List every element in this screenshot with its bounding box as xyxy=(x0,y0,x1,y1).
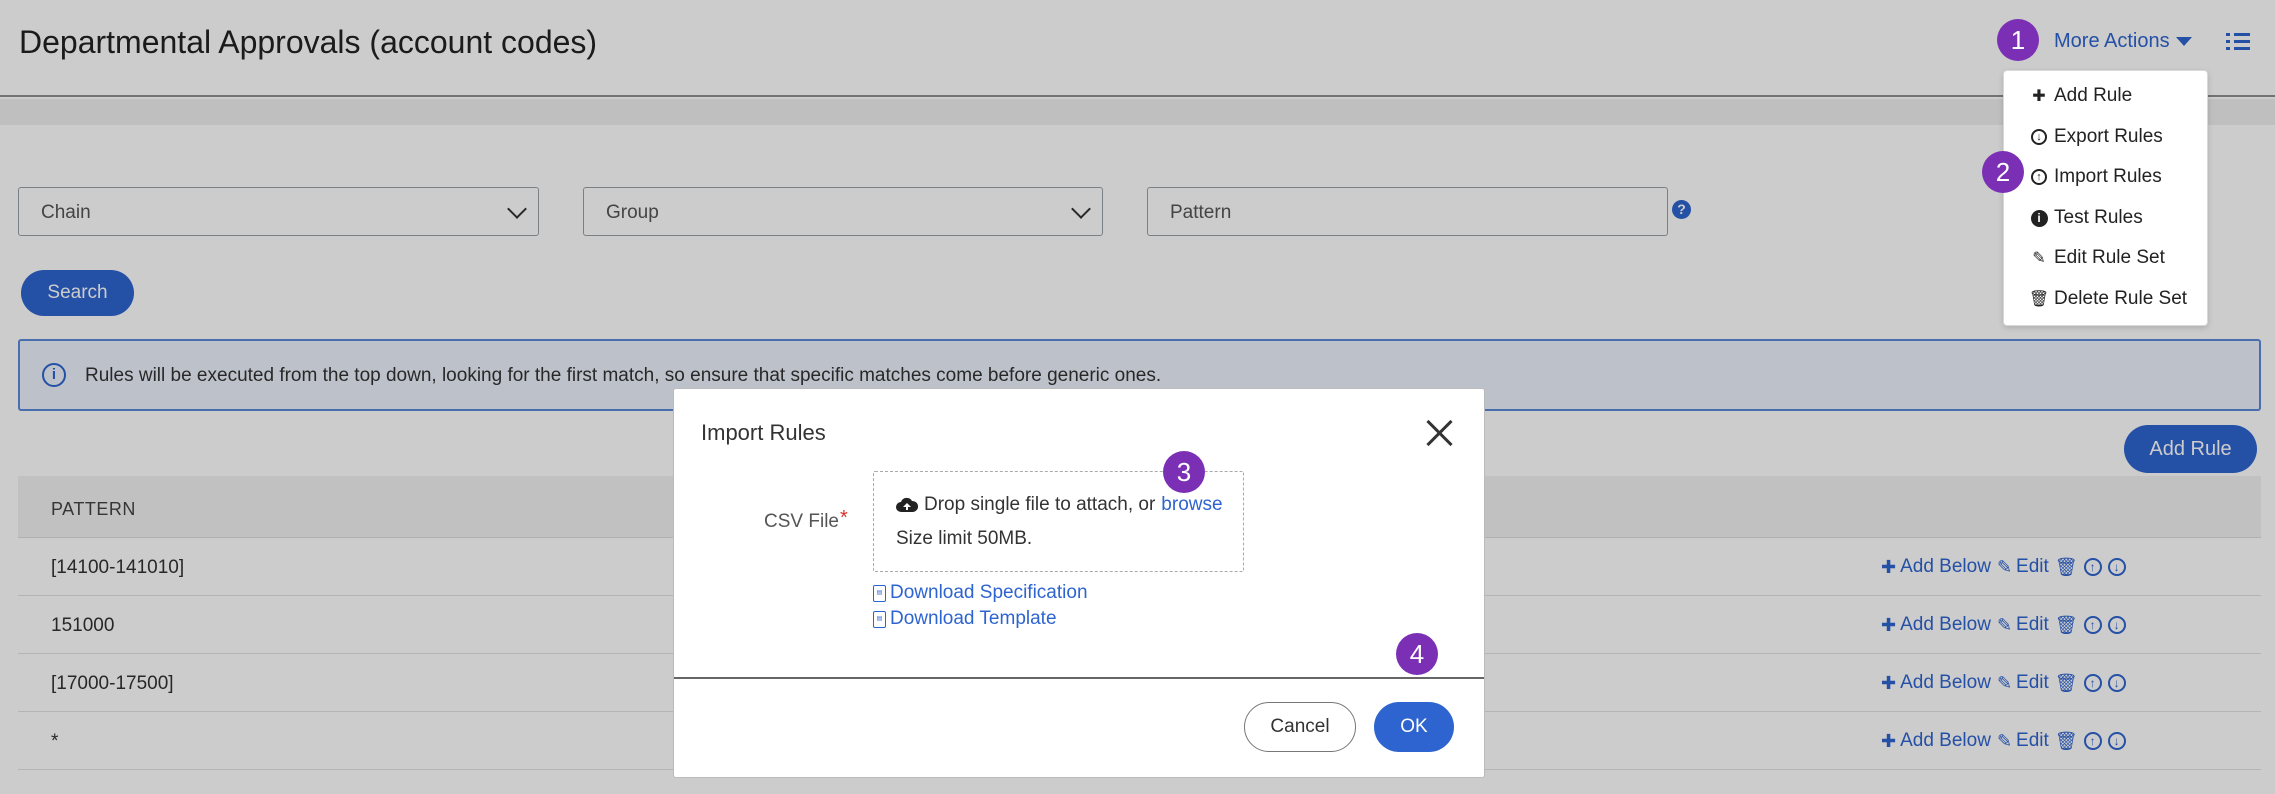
step-marker: 1 xyxy=(1997,19,2039,61)
menu-item-label: Export Rules xyxy=(2054,126,2163,147)
download-specification-label: Download Specification xyxy=(890,582,1088,603)
menu-item-import-rules[interactable]: ↑ Import Rules xyxy=(2030,166,2162,188)
browse-link[interactable]: browse xyxy=(1161,494,1222,516)
menu-item-delete-rule-set[interactable]: 🗑 Delete Rule Set xyxy=(2028,288,2188,310)
step-marker: 4 xyxy=(1396,633,1438,675)
dialog-title: Import Rules xyxy=(701,420,826,445)
more-actions-menu: ✚ Add Rule ↓ Export Rules ↑ Import Rules… xyxy=(2003,70,2208,326)
menu-item-label: Import Rules xyxy=(2054,166,2162,187)
file-icon: ▤ xyxy=(873,610,886,628)
circle-arrow-up-icon: ↑ xyxy=(2031,169,2047,185)
cloud-upload-icon xyxy=(896,497,918,512)
step-marker: 3 xyxy=(1163,451,1205,493)
menu-item-add-rule[interactable]: ✚ Add Rule xyxy=(2030,85,2132,107)
download-template-link[interactable]: ▤ Download Template xyxy=(873,608,1057,630)
plus-icon: ✚ xyxy=(2032,88,2046,105)
download-specification-link[interactable]: ▤ Download Specification xyxy=(873,582,1088,604)
menu-item-edit-rule-set[interactable]: ✎ Edit Rule Set xyxy=(2030,247,2165,269)
import-rules-dialog: Import Rules CSV File * Drop single file… xyxy=(673,388,1485,778)
menu-item-label: Add Rule xyxy=(2054,85,2133,106)
menu-item-label: Edit Rule Set xyxy=(2054,247,2165,268)
menu-item-label: Delete Rule Set xyxy=(2054,288,2188,309)
trash-icon: 🗑 xyxy=(2028,291,2050,308)
download-template-label: Download Template xyxy=(890,608,1057,629)
drop-instructions: Drop single file to attach, or xyxy=(924,494,1156,515)
circle-arrow-down-icon: ↓ xyxy=(2031,129,2047,145)
step-marker: 2 xyxy=(1982,151,2024,193)
menu-item-export-rules[interactable]: ↓ Export Rules xyxy=(2030,126,2163,148)
close-icon[interactable] xyxy=(1424,418,1454,448)
size-limit-text: Size limit 50MB. xyxy=(896,528,1033,549)
menu-item-label: Test Rules xyxy=(2054,207,2143,228)
menu-item-test-rules[interactable]: i Test Rules xyxy=(2030,207,2143,229)
csv-file-label: CSV File xyxy=(764,511,839,532)
required-indicator: * xyxy=(840,507,848,529)
file-icon: ▤ xyxy=(873,584,886,602)
info-circle-icon: i xyxy=(2030,209,2048,227)
ok-button[interactable]: OK xyxy=(1374,702,1454,752)
dialog-divider xyxy=(674,677,1484,679)
cancel-button[interactable]: Cancel xyxy=(1244,702,1356,752)
pencil-icon: ✎ xyxy=(2032,250,2046,267)
